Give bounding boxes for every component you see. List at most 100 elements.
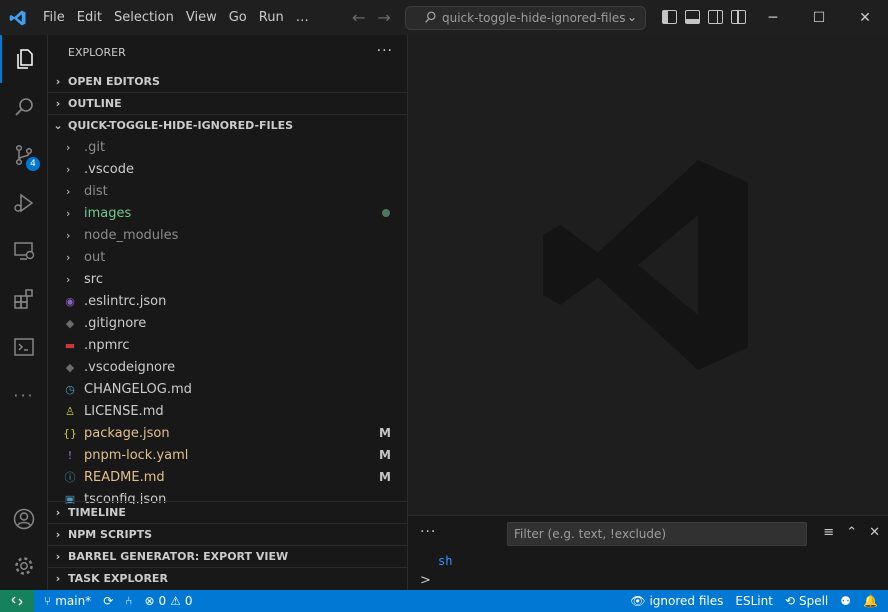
tree-item-label: CHANGELOG.md <box>84 381 192 397</box>
eslint-status[interactable]: ESLint <box>729 590 779 612</box>
tree-item[interactable]: ▬ .npmrc <box>48 334 407 356</box>
status-right: 👁 ignored files ESLint ⟲ Spell ⚉ 🔔 <box>624 590 888 612</box>
source-control-icon[interactable]: 4 <box>0 131 48 179</box>
customize-layout-icon[interactable] <box>731 10 746 24</box>
menu-more[interactable]: … <box>290 0 315 35</box>
close-icon[interactable]: ✕ <box>842 0 888 35</box>
maximize-icon[interactable]: ☐ <box>796 0 842 35</box>
run-debug-icon[interactable] <box>0 179 48 227</box>
history-icon: ⟲ <box>784 594 795 608</box>
explorer-header: EXPLORER ··· <box>48 35 407 70</box>
maximize-panel-icon[interactable]: ⌃ <box>846 525 857 540</box>
toggle-primary-sidebar-icon[interactable] <box>662 10 677 24</box>
section-title: TASK EXPLORER <box>68 572 168 585</box>
chevron-right-icon: › <box>66 250 71 264</box>
tree-item[interactable]: › images <box>48 202 407 224</box>
vscode-logo-icon <box>0 0 35 35</box>
menu-run[interactable]: Run <box>253 0 290 35</box>
explorer-icon[interactable] <box>0 35 48 83</box>
section-title: OPEN EDITORS <box>68 74 160 88</box>
forward-arrow-icon[interactable]: → <box>377 8 390 27</box>
sync-button[interactable]: ⟳ <box>97 590 119 612</box>
chevron-right-icon: › <box>66 140 71 154</box>
terminal-output: sh <box>438 554 453 568</box>
tree-item[interactable]: ◆ .vscodeignore <box>48 356 407 378</box>
tree-item-label: pnpm-lock.yaml <box>84 447 189 463</box>
chevron-right-icon: › <box>55 74 61 88</box>
remote-explorer-icon[interactable] <box>0 227 48 275</box>
section-title: NPM SCRIPTS <box>68 528 153 541</box>
warning-icon: ⚠ <box>170 594 181 608</box>
tree-item[interactable]: › dist <box>48 180 407 202</box>
section-open-editors[interactable]: › OPEN EDITORS <box>48 70 407 92</box>
yaml-icon: ! <box>67 448 73 462</box>
tree-item[interactable]: {} package.json M <box>48 422 407 444</box>
section-npm-scripts[interactable]: › NPM SCRIPTS <box>48 523 407 545</box>
account-icon[interactable] <box>0 495 48 543</box>
filter-input[interactable]: Filter (e.g. text, !exclude) <box>507 522 807 546</box>
tree-item-label: .vscodeignore <box>84 359 176 375</box>
error-count: 0 <box>158 594 167 608</box>
close-panel-icon[interactable]: ✕ <box>869 525 880 540</box>
git-status-badge: M <box>379 448 391 462</box>
menu-view[interactable]: View <box>180 0 223 35</box>
window-controls: ─ ☐ ✕ <box>750 0 888 35</box>
project-title: QUICK-TOGGLE-HIDE-IGNORED-FILES <box>68 119 294 132</box>
clear-output-icon[interactable]: ≡ <box>823 525 834 540</box>
tree-item[interactable]: › out <box>48 246 407 268</box>
toggle-panel-icon[interactable] <box>685 10 700 24</box>
tree-item[interactable]: › src <box>48 268 407 290</box>
minimize-icon[interactable]: ─ <box>750 0 796 35</box>
tree-item[interactable]: ⓘ README.md M <box>48 466 407 488</box>
section-project[interactable]: ⌄ QUICK-TOGGLE-HIDE-IGNORED-FILES <box>48 114 407 136</box>
source-control-badge: 4 <box>26 157 40 171</box>
remote-indicator-icon[interactable] <box>0 590 34 612</box>
menu-file[interactable]: File <box>37 0 71 35</box>
section-outline[interactable]: › OUTLINE <box>48 92 407 114</box>
section-barrel-generator[interactable]: › BARREL GENERATOR: EXPORT VIEW <box>48 545 407 567</box>
json-icon: {} <box>63 426 77 440</box>
layout-controls <box>662 10 746 24</box>
command-center[interactable]: quick-toggle-hide-ignored-files ⌄ <box>405 6 646 30</box>
copilot-button[interactable]: ⚉ <box>834 590 857 612</box>
tree-item-label: node_modules <box>84 227 179 243</box>
menu-go[interactable]: Go <box>223 0 253 35</box>
panel-more-icon[interactable]: ··· <box>420 524 436 540</box>
menu-edit[interactable]: Edit <box>71 0 108 35</box>
tree-item-label: dist <box>84 183 108 199</box>
editor-area[interactable] <box>408 35 888 515</box>
tree-item[interactable]: › .git <box>48 136 407 158</box>
menu-bar: File Edit Selection View Go Run … <box>37 0 315 35</box>
section-task-explorer[interactable]: › TASK EXPLORER <box>48 567 407 589</box>
toggle-secondary-sidebar-icon[interactable] <box>708 10 723 24</box>
tree-item[interactable]: ! pnpm-lock.yaml M <box>48 444 407 466</box>
tree-item-label: .vscode <box>84 161 134 177</box>
settings-gear-icon[interactable] <box>0 542 48 590</box>
branch-indicator[interactable]: ⑂ main* <box>38 590 97 612</box>
tree-item[interactable]: ♙ LICENSE.md <box>48 400 407 422</box>
problems-indicator[interactable]: ⊗ 0 ⚠ 0 <box>138 590 198 612</box>
back-arrow-icon[interactable]: ← <box>352 8 365 27</box>
chevron-right-icon: › <box>55 550 61 563</box>
more-actions-icon[interactable]: ··· <box>377 43 393 59</box>
explorer-sidebar: EXPLORER ··· › OPEN EDITORS › OUTLINE ⌄ … <box>48 35 408 590</box>
tree-item[interactable]: ◆ .gitignore <box>48 312 407 334</box>
tree-item[interactable]: › node_modules <box>48 224 407 246</box>
tree-item[interactable]: ◉ .eslintrc.json <box>48 290 407 312</box>
panel-actions: ≡ ⌃ ✕ <box>823 525 880 540</box>
terminal-icon[interactable] <box>0 323 48 371</box>
notifications-button[interactable]: 🔔 <box>857 590 888 612</box>
more-views-icon[interactable]: ··· <box>0 371 48 419</box>
bottom-panel: ··· Filter (e.g. text, !exclude) ≡ ⌃ ✕ s… <box>408 515 888 590</box>
bell-icon: 🔔 <box>863 594 878 608</box>
tree-item[interactable]: › .vscode <box>48 158 407 180</box>
tree-item[interactable]: ◷ CHANGELOG.md <box>48 378 407 400</box>
ignored-files-toggle[interactable]: 👁 ignored files <box>624 590 729 612</box>
chevron-down-icon[interactable]: ⌄ <box>627 10 637 24</box>
extensions-icon[interactable] <box>0 275 48 323</box>
menu-selection[interactable]: Selection <box>108 0 180 35</box>
section-timeline[interactable]: › TIMELINE <box>48 501 407 523</box>
spell-status[interactable]: ⟲ Spell <box>779 590 834 612</box>
search-icon[interactable] <box>0 83 48 131</box>
git-graph-button[interactable]: ⑃ <box>119 590 138 612</box>
